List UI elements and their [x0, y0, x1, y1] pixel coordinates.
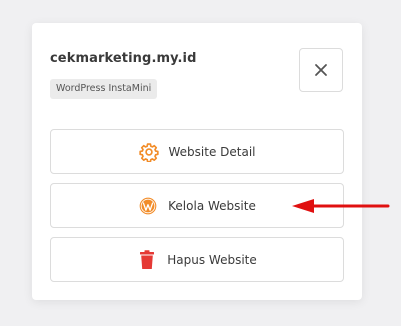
- website-card: cekmarketing.my.id WordPress InstaMini W…: [32, 23, 362, 300]
- site-name: cekmarketing.my.id: [50, 51, 197, 66]
- close-icon: [311, 60, 331, 80]
- arrow-left-icon: [292, 199, 390, 213]
- hapus-website-button[interactable]: Hapus Website: [50, 237, 344, 282]
- close-button[interactable]: [299, 48, 343, 92]
- kelola-website-label: Kelola Website: [168, 198, 256, 213]
- website-detail-label: Website Detail: [168, 144, 256, 159]
- wordpress-icon: [138, 196, 158, 216]
- trash-icon: [137, 249, 157, 270]
- gear-icon: [138, 142, 159, 162]
- hapus-website-label: Hapus Website: [167, 252, 257, 267]
- plan-badge: WordPress InstaMini: [50, 79, 158, 99]
- website-detail-button[interactable]: Website Detail: [50, 129, 344, 174]
